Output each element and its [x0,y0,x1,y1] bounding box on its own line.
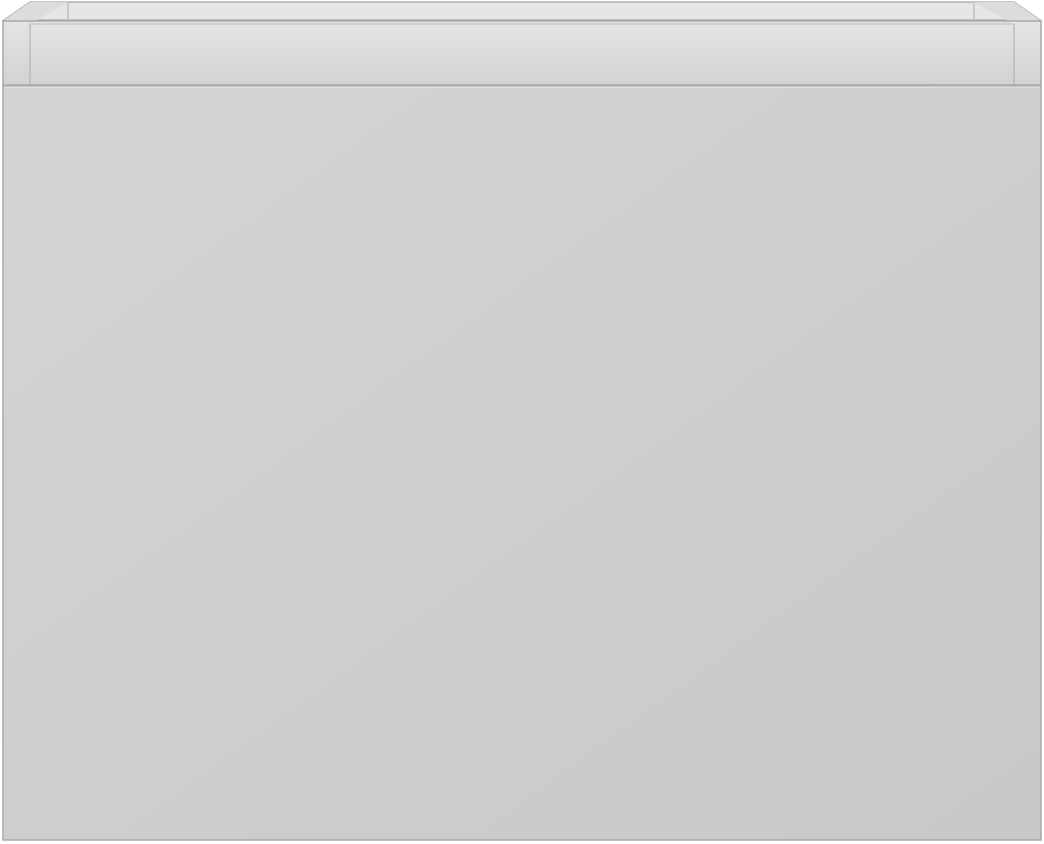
product-image [0,0,1044,844]
vanity-cabinet-illustration [1,1,1043,841]
drawer-front [2,85,1042,841]
cabinet-inner-back [1,1,1043,21]
cabinet-top-rim [2,20,1042,86]
